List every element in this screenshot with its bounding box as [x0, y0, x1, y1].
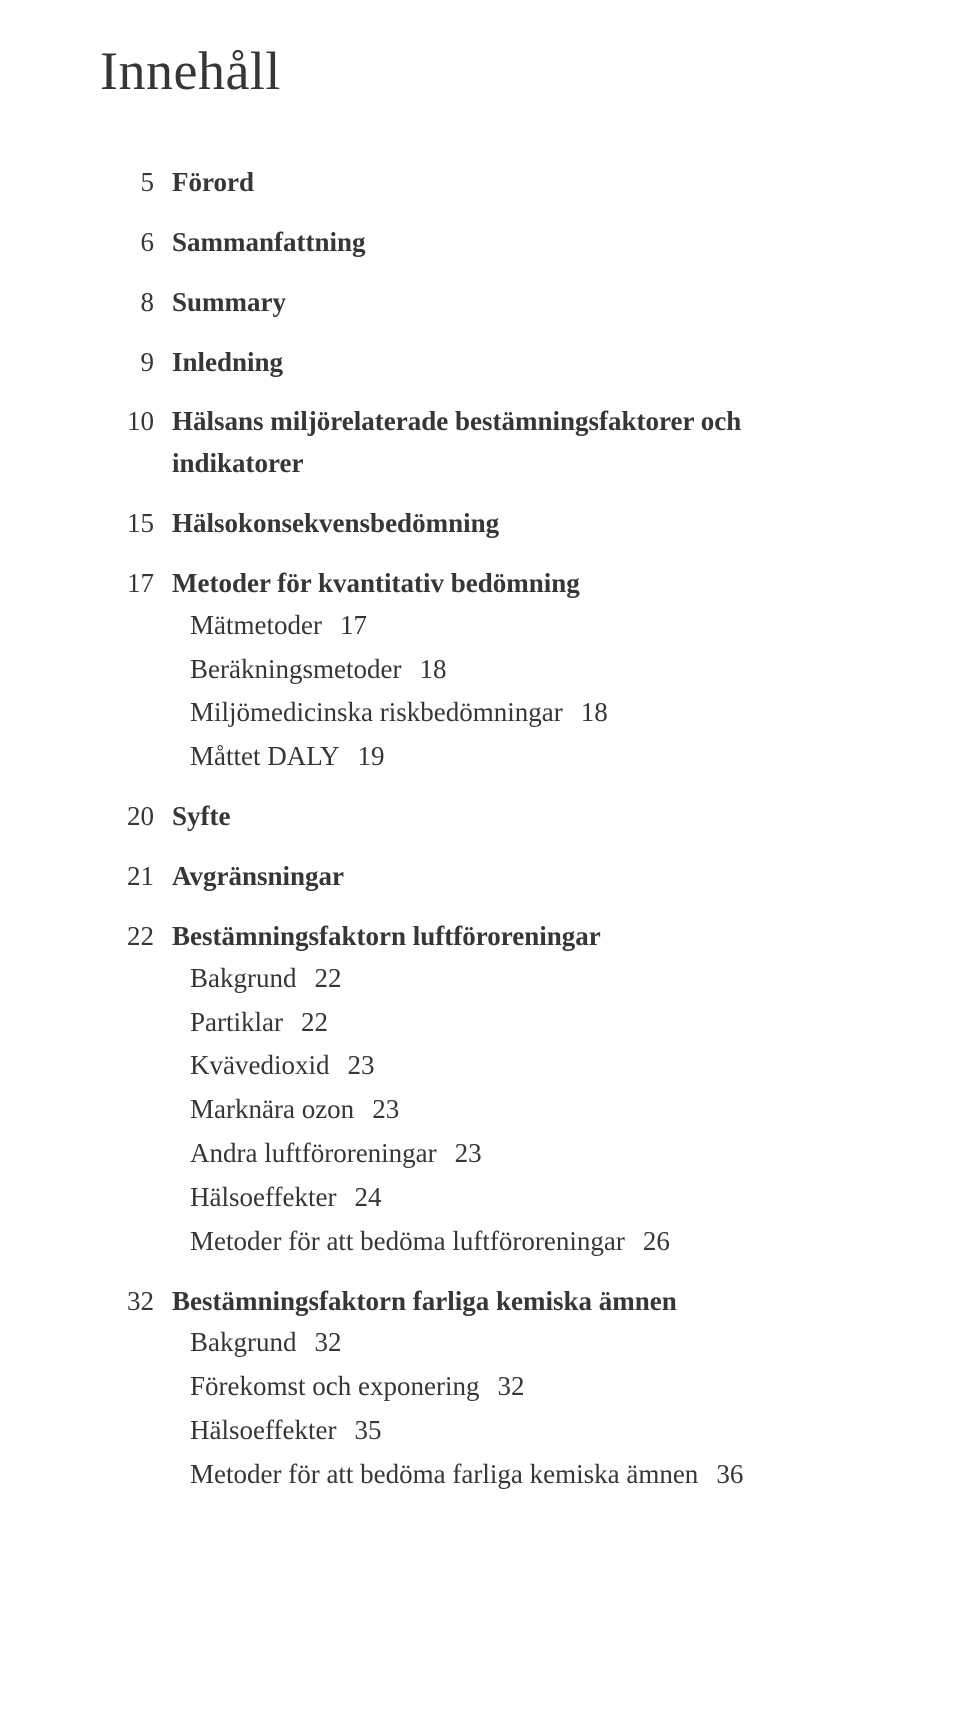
toc-entry-line: 17Metoder för kvantitativ bedömning [100, 563, 860, 605]
toc-entry: 22Bestämningsfaktorn luftföroreningarBak… [100, 916, 860, 1263]
toc-entry-line: 21Avgränsningar [100, 856, 860, 898]
toc-subentry-page: 18 [581, 697, 608, 727]
toc-entry-label: Sammanfattning [172, 222, 860, 264]
toc-entry-page: 21 [100, 856, 172, 898]
toc-subentry: Måttet DALY 19 [190, 736, 860, 778]
toc-subentry: Marknära ozon 23 [190, 1089, 860, 1131]
toc-entry-label: Förord [172, 162, 860, 204]
toc-entry-label: Bestämningsfaktorn farliga kemiska ämnen [172, 1281, 860, 1323]
toc-subentry-page: 19 [358, 741, 385, 771]
toc-entry-page: 22 [100, 916, 172, 958]
toc-subentry: Andra luftföroreningar 23 [190, 1133, 860, 1175]
toc-entry-page: 6 [100, 222, 172, 264]
toc-subentry-label: Partiklar [190, 1007, 283, 1037]
toc-subentry: Partiklar 22 [190, 1002, 860, 1044]
toc-subentry: Metoder för att bedöma farliga kemiska ä… [190, 1454, 860, 1496]
toc-entry: 10Hälsans miljörelaterade bestämningsfak… [100, 401, 860, 485]
toc-entry-label: Summary [172, 282, 860, 324]
toc-entry-line: 8Summary [100, 282, 860, 324]
toc-subentry-page: 22 [301, 1007, 328, 1037]
toc-subentry-label: Mätmetoder [190, 610, 322, 640]
toc-subentry-label: Bakgrund [190, 963, 296, 993]
toc-entry-page: 5 [100, 162, 172, 204]
toc-subentry: Bakgrund 22 [190, 958, 860, 1000]
toc-entry-page: 32 [100, 1281, 172, 1323]
toc-entry: 8Summary [100, 282, 860, 324]
toc-subentry: Beräkningsmetoder 18 [190, 649, 860, 691]
toc-entry-label: Inledning [172, 342, 860, 384]
page-container: Innehåll 5Förord6Sammanfattning8Summary9… [0, 0, 960, 1574]
toc-subentry-label: Hälsoeffekter [190, 1182, 336, 1212]
toc-entry-page: 8 [100, 282, 172, 324]
page-title: Innehåll [100, 40, 860, 102]
toc-entry: 20Syfte [100, 796, 860, 838]
toc-subentry-page: 26 [643, 1226, 670, 1256]
toc-entry-line: 10Hälsans miljörelaterade bestämningsfak… [100, 401, 860, 485]
toc-subentry-label: Miljömedicinska riskbedömningar [190, 697, 563, 727]
toc-entry: 21Avgränsningar [100, 856, 860, 898]
toc-entry-line: 32Bestämningsfaktorn farliga kemiska ämn… [100, 1281, 860, 1323]
toc-subentry-page: 32 [314, 1327, 341, 1357]
toc-subentry: Mätmetoder 17 [190, 605, 860, 647]
toc-subentry-label: Förekomst och exponering [190, 1371, 479, 1401]
toc-subentry-page: 23 [455, 1138, 482, 1168]
toc-subentry-page: 36 [716, 1459, 743, 1489]
toc-subentry-label: Andra luftföroreningar [190, 1138, 437, 1168]
toc-subentry: Hälsoeffekter 35 [190, 1410, 860, 1452]
toc-subentry: Hälsoeffekter 24 [190, 1177, 860, 1219]
toc-entry: 5Förord [100, 162, 860, 204]
toc-entry-page: 17 [100, 563, 172, 605]
toc-subentry-page: 23 [372, 1094, 399, 1124]
toc-entry-label: Syfte [172, 796, 860, 838]
toc-subentry-page: 32 [497, 1371, 524, 1401]
toc-entry-line: 15Hälsokonsekvensbedömning [100, 503, 860, 545]
toc-subentry: Metoder för att bedöma luftföroreningar 2… [190, 1221, 860, 1263]
toc-entry-label: Hälsans miljörelaterade bestämningsfakto… [172, 401, 860, 485]
toc-entry-page: 10 [100, 401, 172, 443]
toc-subentry-label: Bakgrund [190, 1327, 296, 1357]
toc-subentry: Förekomst och exponering 32 [190, 1366, 860, 1408]
toc-subentry-page: 23 [347, 1050, 374, 1080]
toc-subentry-label: Marknära ozon [190, 1094, 354, 1124]
toc-subentry-page: 35 [354, 1415, 381, 1445]
toc-entry: 15Hälsokonsekvensbedömning [100, 503, 860, 545]
toc-entry: 32Bestämningsfaktorn farliga kemiska ämn… [100, 1281, 860, 1496]
toc-subentry-page: 24 [354, 1182, 381, 1212]
toc-subentry: Miljömedicinska riskbedömningar 18 [190, 692, 860, 734]
toc-entry-line: 5Förord [100, 162, 860, 204]
toc-entry-line: 9Inledning [100, 342, 860, 384]
toc-entry: 9Inledning [100, 342, 860, 384]
toc-subentry-page: 17 [340, 610, 367, 640]
table-of-contents: 5Förord6Sammanfattning8Summary9Inledning… [100, 162, 860, 1496]
toc-entry-line: 22Bestämningsfaktorn luftföroreningar [100, 916, 860, 958]
toc-subentry: Kvävedioxid 23 [190, 1045, 860, 1087]
toc-entry-label: Metoder för kvantitativ bedömning [172, 563, 860, 605]
toc-subentry-label: Metoder för att bedöma farliga kemiska ä… [190, 1459, 698, 1489]
toc-entry-label: Avgränsningar [172, 856, 860, 898]
toc-subentry-label: Hälsoeffekter [190, 1415, 336, 1445]
toc-entry-label: Hälsokonsekvensbedömning [172, 503, 860, 545]
toc-entry-page: 9 [100, 342, 172, 384]
toc-entry-page: 20 [100, 796, 172, 838]
toc-entry: 6Sammanfattning [100, 222, 860, 264]
toc-subentry-label: Kvävedioxid [190, 1050, 329, 1080]
toc-sublist: Mätmetoder17Beräkningsmetoder18Miljömedi… [100, 605, 860, 778]
toc-subentry: Bakgrund 32 [190, 1322, 860, 1364]
toc-entry: 17Metoder för kvantitativ bedömningMätme… [100, 563, 860, 778]
toc-subentry-label: Beräkningsmetoder [190, 654, 401, 684]
toc-sublist: Bakgrund 32 Förekomst och exponering 32 Häls… [100, 1322, 860, 1495]
toc-entry-label: Bestämningsfaktorn luftföroreningar [172, 916, 860, 958]
toc-subentry-page: 18 [419, 654, 446, 684]
toc-subentry-label: Metoder för att bedöma luftföroreningar [190, 1226, 625, 1256]
toc-subentry-page: 22 [314, 963, 341, 993]
toc-entry-line: 6Sammanfattning [100, 222, 860, 264]
toc-subentry-label: Måttet DALY [190, 741, 340, 771]
toc-entry-page: 15 [100, 503, 172, 545]
toc-sublist: Bakgrund22Partiklar22Kvävedioxid23Marknä… [100, 958, 860, 1263]
toc-entry-line: 20Syfte [100, 796, 860, 838]
